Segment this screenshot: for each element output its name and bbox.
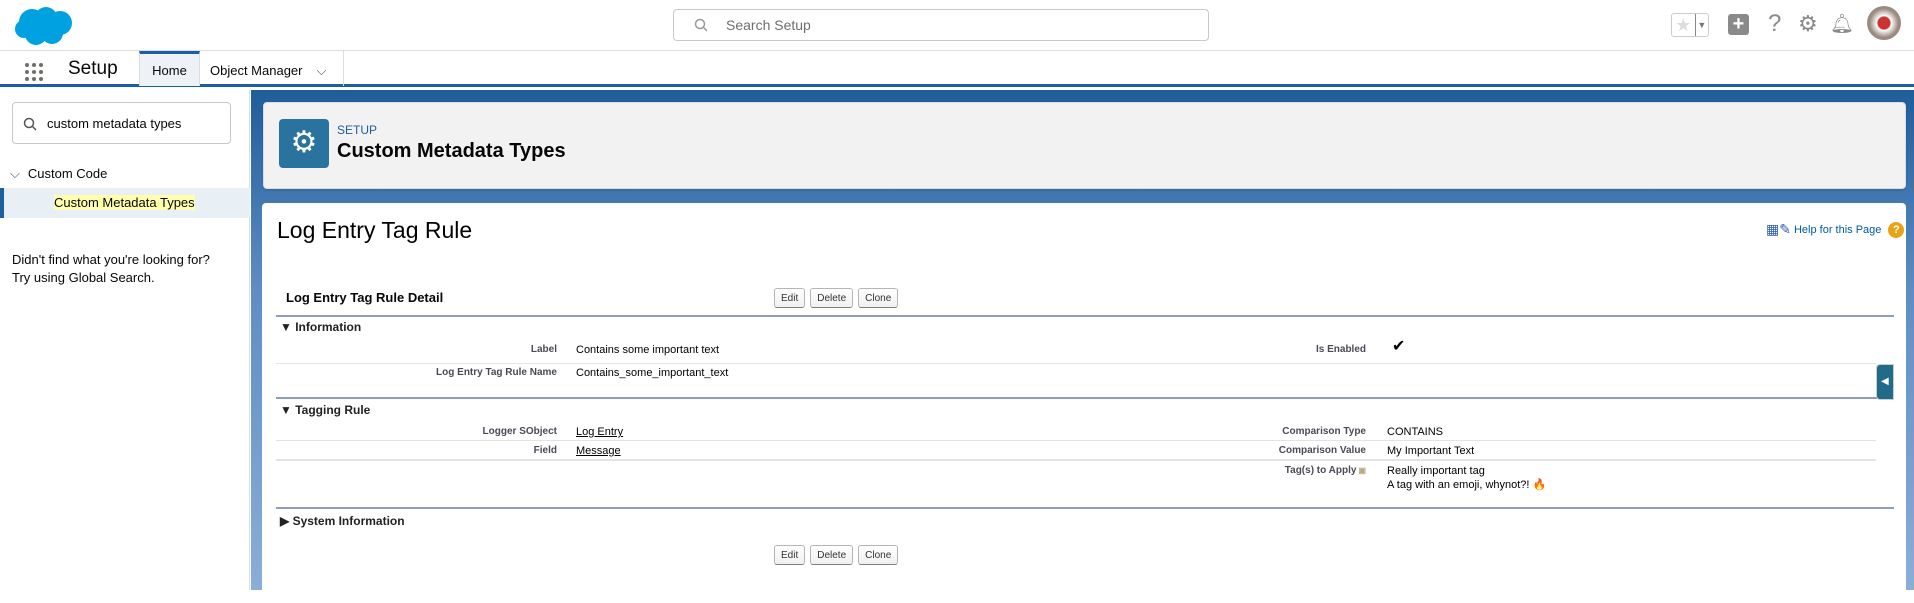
field-label: Tag(s) to Apply ▣	[1285, 465, 1366, 476]
sidebar-item-custom-metadata-types[interactable]: Custom Metadata Types	[0, 188, 250, 218]
help-link[interactable]: ▦✎ Help for this Page?	[1766, 221, 1905, 238]
triangle-left-icon: ◀	[1881, 376, 1889, 387]
checkmark-icon: ✔	[1392, 338, 1406, 355]
setup-gear-icon: ⚙	[279, 119, 329, 168]
section-title: System Information	[292, 514, 405, 528]
field-row	[276, 460, 1876, 461]
divider	[276, 315, 1894, 317]
quick-find-input[interactable]: custom metadata types	[12, 102, 231, 144]
search-icon	[694, 18, 708, 32]
detail-title: Log Entry Tag Rule Detail	[286, 290, 444, 305]
field-row	[276, 441, 1876, 460]
record-title: Log Entry Tag Rule	[277, 217, 473, 243]
search-placeholder: Search Setup	[726, 17, 811, 33]
record-card	[262, 203, 1906, 603]
tags-list: Really important tag A tag with an emoji,…	[1387, 464, 1546, 492]
group-label: Custom Code	[27, 166, 108, 181]
salesforce-logo[interactable]	[14, 5, 74, 47]
edit-button[interactable]: Edit	[774, 288, 806, 308]
field-value: Contains_some_important_text	[576, 367, 729, 379]
tag-item: A tag with an emoji, whynot?! 🔥	[1387, 479, 1547, 491]
delete-button[interactable]: Delete	[810, 545, 854, 565]
bottom-button-row: Edit Delete Clone	[774, 545, 899, 565]
divider	[276, 507, 1894, 509]
favorites-button[interactable]: ★ ▼	[1671, 13, 1709, 37]
help-page-icon: ▦✎	[1766, 221, 1791, 237]
field-label: Log Entry Tag Rule Name	[436, 367, 557, 378]
section-information-toggle[interactable]: ▼ Information	[280, 320, 361, 334]
delete-button[interactable]: Delete	[810, 288, 854, 308]
not-found-hint: Didn't find what you're looking for? Try …	[12, 251, 210, 287]
sidebar-group-custom-code[interactable]: ⌵ Custom Code	[10, 166, 107, 182]
message-link[interactable]: Message	[576, 445, 621, 457]
tab-object-manager[interactable]: Object Manager ⌵	[200, 51, 344, 86]
tab-label: Object Manager	[210, 63, 303, 78]
search-icon	[23, 117, 37, 131]
hint-line: Didn't find what you're looking for?	[12, 252, 210, 267]
global-create-icon[interactable]: +	[1728, 14, 1749, 35]
user-avatar[interactable]	[1867, 6, 1901, 40]
setup-gear-icon[interactable]: ⚙	[1798, 11, 1818, 37]
divider	[276, 397, 1894, 399]
triangle-down-icon: ▼	[280, 403, 296, 417]
field-label: Logger SObject	[482, 426, 557, 437]
clone-button[interactable]: Clone	[858, 288, 899, 308]
field-value: Contains some important text	[576, 344, 720, 356]
clone-button[interactable]: Clone	[858, 545, 899, 565]
app-launcher-icon[interactable]	[24, 62, 44, 82]
setup-sidebar	[0, 90, 250, 590]
triangle-down-icon: ▼	[280, 320, 296, 334]
field-label: Is Enabled	[1315, 344, 1366, 355]
triangle-right-icon: ▶	[280, 514, 293, 528]
quick-find-value: custom metadata types	[47, 116, 182, 131]
field-value: Log Entry	[576, 425, 623, 439]
favorites-star-icon: ★	[1675, 15, 1692, 35]
tab-home[interactable]: Home	[139, 51, 200, 86]
field-label: Comparison Value	[1278, 445, 1366, 456]
field-label: Field	[533, 445, 557, 456]
chevron-down-icon[interactable]: ⌵	[317, 63, 327, 78]
chevron-down-icon: ⌵	[10, 166, 20, 181]
help-question-icon: ?	[1888, 221, 1905, 238]
help-icon[interactable]: ?	[1768, 10, 1781, 38]
info-help-icon[interactable]: ▣	[1358, 466, 1366, 475]
log-entry-link[interactable]: Log Entry	[576, 426, 623, 438]
section-tagging-rule-toggle[interactable]: ▼ Tagging Rule	[280, 403, 370, 417]
field-value: Message	[576, 444, 621, 458]
section-title: Information	[295, 320, 362, 334]
notifications-bell-icon[interactable]: 🔔︎	[1830, 12, 1854, 36]
tag-item: Really important tag	[1387, 465, 1485, 477]
breadcrumb[interactable]: SETUP	[337, 123, 377, 137]
help-link-label: Help for this Page	[1793, 223, 1882, 236]
hint-line: Try using Global Search.	[12, 270, 155, 285]
favorites-dropdown-icon[interactable]: ▼	[1694, 14, 1708, 36]
field-row	[276, 341, 1876, 364]
section-title: Tagging Rule	[295, 403, 371, 417]
global-search-input[interactable]: Search Setup	[673, 9, 1209, 41]
page-title: Custom Metadata Types	[337, 140, 566, 162]
field-label: Label	[530, 344, 557, 355]
section-system-information-toggle[interactable]: ▶ System Information	[280, 514, 405, 528]
collapse-panel-handle[interactable]: ◀	[1876, 364, 1894, 400]
sidebar-item-label: Custom Metadata Types	[54, 195, 195, 210]
field-value: CONTAINS	[1387, 426, 1444, 438]
field-value: My Important Text	[1387, 445, 1475, 457]
field-label: Comparison Type	[1282, 426, 1366, 437]
edit-button[interactable]: Edit	[774, 545, 806, 565]
top-button-row: Edit Delete Clone	[774, 288, 899, 308]
tags-label: Tag(s) to Apply	[1284, 465, 1357, 476]
app-name: Setup	[68, 58, 118, 79]
